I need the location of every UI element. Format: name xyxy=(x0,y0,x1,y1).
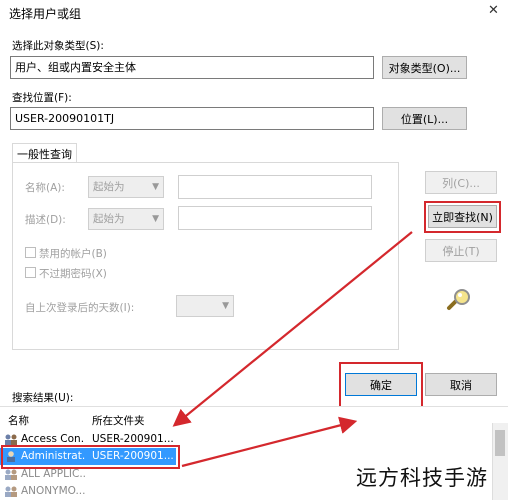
watermark: 远方科技手游 xyxy=(356,466,488,490)
object-types-button[interactable]: 对象类型(O)... xyxy=(382,56,467,79)
row-name: ANONYMO... xyxy=(21,485,85,497)
tab-common-queries[interactable]: 一般性查询 xyxy=(12,143,77,163)
search-icon xyxy=(447,289,470,310)
chevron-down-icon: ▼ xyxy=(152,214,159,224)
description-mode-select[interactable]: 起始为 ▼ xyxy=(88,208,164,230)
close-icon[interactable]: ✕ xyxy=(488,3,499,18)
disabled-accounts-checkbox[interactable] xyxy=(25,247,36,258)
cancel-button[interactable]: 取消 xyxy=(425,373,497,396)
stop-button[interactable]: 停止(T) xyxy=(425,239,497,262)
location-field: USER-20090101TJ xyxy=(10,107,374,130)
column-header-name[interactable]: 名称 xyxy=(8,413,29,428)
non-expiring-password-label: 不过期密码(X) xyxy=(39,268,107,280)
description-label: 描述(D): xyxy=(25,214,66,226)
search-results-label: 搜索结果(U): xyxy=(12,392,74,404)
description-input[interactable] xyxy=(178,206,372,230)
name-label: 名称(A): xyxy=(25,182,65,194)
group-icon xyxy=(5,434,17,445)
non-expiring-password-checkbox[interactable] xyxy=(25,267,36,278)
chevron-down-icon: ▼ xyxy=(152,182,159,192)
column-header-folder[interactable]: 所在文件夹 xyxy=(92,413,145,428)
chevron-down-icon: ▼ xyxy=(222,301,229,311)
row-name: ALL APPLIC... xyxy=(21,468,85,480)
description-mode-value: 起始为 xyxy=(93,213,125,225)
name-input[interactable] xyxy=(178,175,372,199)
columns-button[interactable]: 列(C)... xyxy=(425,171,497,194)
scrollbar-thumb[interactable] xyxy=(495,430,505,456)
name-mode-select[interactable]: 起始为 ▼ xyxy=(88,176,164,198)
object-type-label: 选择此对象类型(S): xyxy=(12,40,104,52)
location-label: 查找位置(F): xyxy=(12,92,72,104)
name-mode-value: 起始为 xyxy=(93,181,125,193)
locations-button[interactable]: 位置(L)... xyxy=(382,107,467,130)
group-icon xyxy=(5,486,17,497)
dialog-title: 选择用户或组 xyxy=(9,7,82,21)
days-since-logon-select[interactable]: ▼ xyxy=(176,295,234,317)
disabled-accounts-label: 禁用的帐户(B) xyxy=(39,248,107,260)
object-type-field: 用户、组或内置安全主体 xyxy=(10,56,374,79)
group-icon xyxy=(5,469,17,480)
days-since-logon-label: 自上次登录后的天数(I): xyxy=(25,302,135,314)
ok-button[interactable]: 确定 xyxy=(345,373,417,396)
find-now-button[interactable]: 立即查找(N) xyxy=(428,205,497,228)
